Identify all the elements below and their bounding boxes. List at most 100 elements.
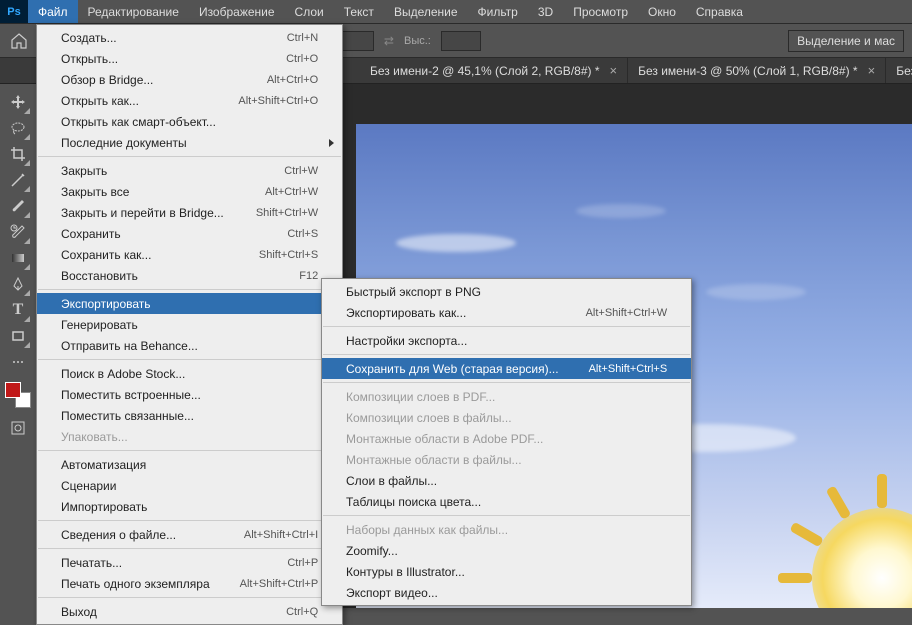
file-menu-item[interactable]: Сохранить как...Shift+Ctrl+S — [37, 244, 342, 265]
file-menu-item[interactable]: СохранитьCtrl+S — [37, 223, 342, 244]
menu-item-label: Zoomify... — [346, 544, 667, 558]
file-menu-item[interactable]: Печать одного экземпляра Alt+Shift+Ctrl+P — [37, 573, 342, 594]
export-menu-item[interactable]: Настройки экспорта... — [322, 330, 691, 351]
file-menu-item[interactable]: Поместить связанные... — [37, 405, 342, 426]
export-menu-item[interactable]: Экспорт видео... — [322, 582, 691, 603]
document-tab[interactable]: Без имени-2 @ 45,1% (Слой 2, RGB/8#) *× — [360, 58, 628, 83]
menu-item-label: Сохранить для Web (старая версия)... — [346, 362, 559, 376]
sun-graphic — [812, 508, 912, 608]
pen-tool-icon[interactable] — [6, 272, 30, 296]
crop-tool-icon[interactable] — [6, 142, 30, 166]
history-brush-tool-icon[interactable] — [6, 220, 30, 244]
swap-icon[interactable]: ⇄ — [384, 34, 394, 48]
move-tool-icon[interactable] — [6, 90, 30, 114]
menubar-item-выделение[interactable]: Выделение — [384, 0, 468, 23]
menubar-item-редактирование[interactable]: Редактирование — [78, 0, 189, 23]
close-icon[interactable]: × — [868, 63, 876, 78]
menubar-item-файл[interactable]: Файл — [28, 0, 78, 23]
select-and-mask-button[interactable]: Выделение и мас — [788, 30, 904, 52]
file-menu-dropdown: Создать...Ctrl+NОткрыть...Ctrl+OОбзор в … — [36, 24, 343, 625]
file-menu-item[interactable]: Автоматизация — [37, 454, 342, 475]
menu-item-label: Импортировать — [61, 500, 318, 514]
document-tab[interactable]: Без им — [886, 58, 912, 83]
file-menu-item[interactable]: Поместить встроенные... — [37, 384, 342, 405]
file-menu-item[interactable]: Экспортировать — [37, 293, 342, 314]
menu-item-label: Генерировать — [61, 318, 318, 332]
menu-item-label: Слои в файлы... — [346, 474, 667, 488]
type-tool-icon[interactable]: T — [6, 298, 30, 322]
menubar-item-справка[interactable]: Справка — [686, 0, 753, 23]
menu-item-label: Обзор в Bridge... — [61, 73, 237, 87]
file-menu-item[interactable]: Открыть...Ctrl+O — [37, 48, 342, 69]
file-menu-item[interactable]: Сценарии — [37, 475, 342, 496]
export-menu-item[interactable]: Zoomify... — [322, 540, 691, 561]
export-menu-item[interactable]: Экспортировать как...Alt+Shift+Ctrl+W — [322, 302, 691, 323]
menubar-item-3d[interactable]: 3D — [528, 0, 563, 23]
home-icon[interactable] — [8, 30, 30, 52]
menu-item-label: Отправить на Behance... — [61, 339, 318, 353]
menu-item-label: Быстрый экспорт в PNG — [346, 285, 667, 299]
brush-tool-icon[interactable] — [6, 194, 30, 218]
menu-bar: Ps ФайлРедактированиеИзображениеСлоиТекс… — [0, 0, 912, 24]
menu-separator — [38, 548, 341, 549]
file-menu-item[interactable]: Сведения о файле...Alt+Shift+Ctrl+I — [37, 524, 342, 545]
menu-item-label: Сохранить — [61, 227, 257, 241]
file-menu-item[interactable]: Отправить на Behance... — [37, 335, 342, 356]
quickmask-icon[interactable] — [6, 416, 30, 440]
menu-item-label: Монтажные области в файлы... — [346, 453, 667, 467]
export-menu-item[interactable]: Быстрый экспорт в PNG — [322, 281, 691, 302]
rectangle-tool-icon[interactable] — [6, 324, 30, 348]
file-menu-item[interactable]: Обзор в Bridge...Alt+Ctrl+O — [37, 69, 342, 90]
file-menu-item[interactable]: Закрыть и перейти в Bridge...Shift+Ctrl+… — [37, 202, 342, 223]
export-menu-item[interactable]: Контуры в Illustrator... — [322, 561, 691, 582]
file-menu-item[interactable]: Закрыть всеAlt+Ctrl+W — [37, 181, 342, 202]
color-swatches[interactable] — [5, 382, 31, 408]
menu-item-label: Поместить связанные... — [61, 409, 318, 423]
file-menu-item[interactable]: Открыть как смарт-объект... — [37, 111, 342, 132]
foreground-color-swatch[interactable] — [5, 382, 21, 398]
file-menu-item[interactable]: Импортировать — [37, 496, 342, 517]
menu-separator — [323, 326, 690, 327]
height-input[interactable] — [441, 31, 481, 51]
export-menu-item[interactable]: Таблицы поиска цвета... — [322, 491, 691, 512]
menubar-item-просмотр[interactable]: Просмотр — [563, 0, 638, 23]
menubar-item-окно[interactable]: Окно — [638, 0, 686, 23]
gradient-tool-icon[interactable] — [6, 246, 30, 270]
menu-item-shortcut: Alt+Shift+Ctrl+I — [244, 529, 318, 541]
file-menu-item[interactable]: Последние документы — [37, 132, 342, 153]
document-tab[interactable]: Без имени-3 @ 50% (Слой 1, RGB/8#) *× — [628, 58, 886, 83]
menu-item-label: Наборы данных как файлы... — [346, 523, 667, 537]
close-icon[interactable]: × — [610, 63, 618, 78]
tools-panel: T — [0, 84, 36, 440]
menu-item-label: Экспортировать — [61, 297, 318, 311]
file-menu-item[interactable]: ВыходCtrl+Q — [37, 601, 342, 622]
menu-item-label: Автоматизация — [61, 458, 318, 472]
file-menu-item[interactable]: Печатать...Ctrl+P — [37, 552, 342, 573]
menubar-item-текст[interactable]: Текст — [334, 0, 384, 23]
height-label: Выс.: — [404, 35, 431, 47]
file-menu-item[interactable]: ВосстановитьF12 — [37, 265, 342, 286]
lasso-tool-icon[interactable] — [6, 116, 30, 140]
menu-item-shortcut: Alt+Shift+Ctrl+P — [240, 578, 319, 590]
export-menu-item: Наборы данных как файлы... — [322, 519, 691, 540]
file-menu-item[interactable]: ЗакрытьCtrl+W — [37, 160, 342, 181]
file-menu-item[interactable]: Генерировать — [37, 314, 342, 335]
dots-icon[interactable] — [6, 350, 30, 374]
menubar-item-фильтр[interactable]: Фильтр — [468, 0, 528, 23]
file-menu-item[interactable]: Создать...Ctrl+N — [37, 27, 342, 48]
file-menu-item[interactable]: Поиск в Adobe Stock... — [37, 363, 342, 384]
menu-item-label: Открыть как смарт-объект... — [61, 115, 318, 129]
menu-item-shortcut: Ctrl+Q — [286, 606, 318, 618]
menu-item-label: Печать одного экземпляра — [61, 577, 210, 591]
export-menu-item[interactable]: Слои в файлы... — [322, 470, 691, 491]
menu-item-label: Настройки экспорта... — [346, 334, 667, 348]
menu-item-label: Создать... — [61, 31, 257, 45]
export-menu-item: Композиции слоев в файлы... — [322, 407, 691, 428]
menubar-item-слои[interactable]: Слои — [285, 0, 334, 23]
menu-item-shortcut: F12 — [299, 270, 318, 282]
menu-separator — [38, 597, 341, 598]
menubar-item-изображение[interactable]: Изображение — [189, 0, 285, 23]
file-menu-item[interactable]: Открыть как...Alt+Shift+Ctrl+O — [37, 90, 342, 111]
eyedropper-tool-icon[interactable] — [6, 168, 30, 192]
export-menu-item[interactable]: Сохранить для Web (старая версия)...Alt+… — [322, 358, 691, 379]
